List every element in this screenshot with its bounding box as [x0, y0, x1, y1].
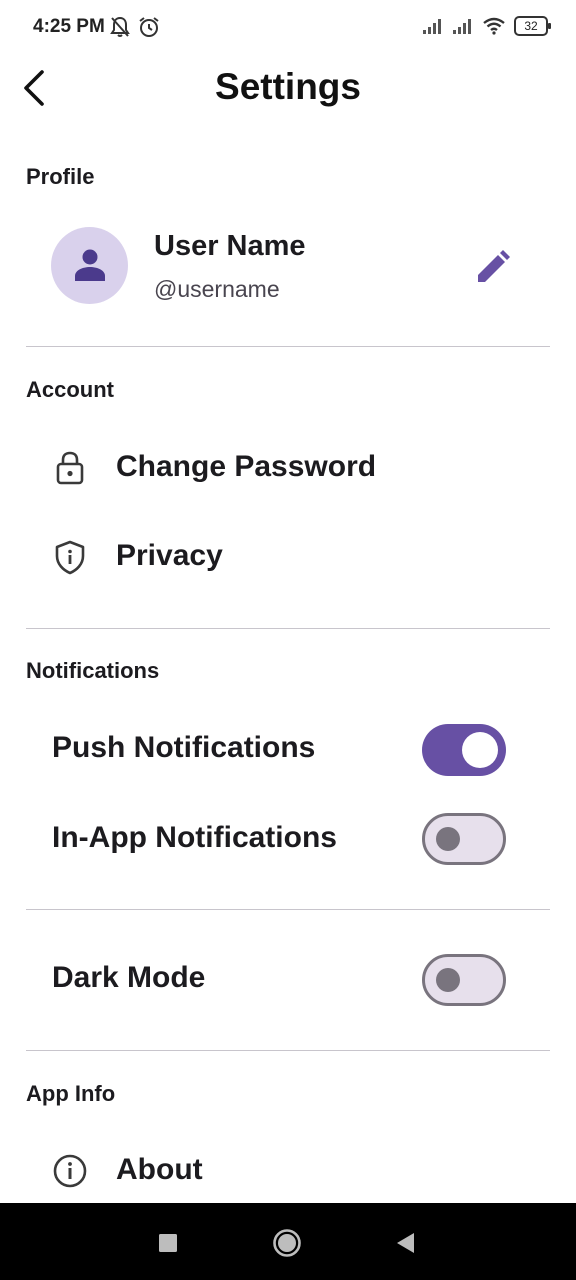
in-app-notifications-label: In-App Notifications [52, 821, 337, 854]
back-button[interactable] [16, 68, 56, 108]
wifi-icon [483, 17, 505, 35]
user-name: User Name [154, 230, 306, 262]
in-app-notifications-switch[interactable] [422, 813, 506, 865]
edit-profile-button[interactable] [474, 248, 512, 286]
change-password-label: Change Password [116, 450, 377, 483]
dark-mode-label: Dark Mode [52, 961, 206, 994]
user-handle: @username [154, 276, 280, 302]
section-header-profile: Profile [26, 164, 95, 189]
back-icon[interactable] [389, 1227, 421, 1259]
mute-icon [110, 16, 130, 37]
recents-icon[interactable] [152, 1227, 184, 1259]
signal-icon [453, 19, 471, 34]
home-icon[interactable] [271, 1227, 303, 1259]
divider [26, 909, 550, 910]
person-icon [75, 249, 105, 281]
info-icon [53, 1154, 87, 1188]
push-notifications-label: Push Notifications [52, 731, 316, 764]
divider [26, 1050, 550, 1051]
status-bar: 4:25 PM 32 [0, 0, 576, 56]
signal-icon [423, 19, 441, 34]
shield-icon [55, 540, 85, 575]
switch-thumb [436, 968, 460, 992]
section-header-app-info: App Info [26, 1081, 116, 1106]
page-title: Settings [215, 66, 361, 107]
lock-icon [56, 451, 84, 485]
push-notifications-switch[interactable] [422, 724, 506, 776]
switch-thumb [436, 827, 460, 851]
back-arrow-icon [24, 70, 44, 106]
battery-icon: 32 [514, 16, 551, 36]
avatar[interactable] [51, 227, 128, 304]
dark-mode-switch[interactable] [422, 954, 506, 1006]
divider [26, 628, 550, 629]
system-navigation-bar [0, 1203, 576, 1280]
privacy-label: Privacy [116, 539, 223, 572]
alarm-icon [139, 17, 159, 37]
switch-thumb [462, 732, 498, 768]
status-time: 4:25 PM [33, 16, 105, 37]
pencil-icon [478, 250, 510, 282]
divider [26, 346, 550, 347]
app-bar: Settings [0, 56, 576, 120]
section-header-account: Account [26, 377, 114, 402]
about-label: About [116, 1153, 203, 1186]
section-header-notifications: Notifications [26, 658, 160, 683]
